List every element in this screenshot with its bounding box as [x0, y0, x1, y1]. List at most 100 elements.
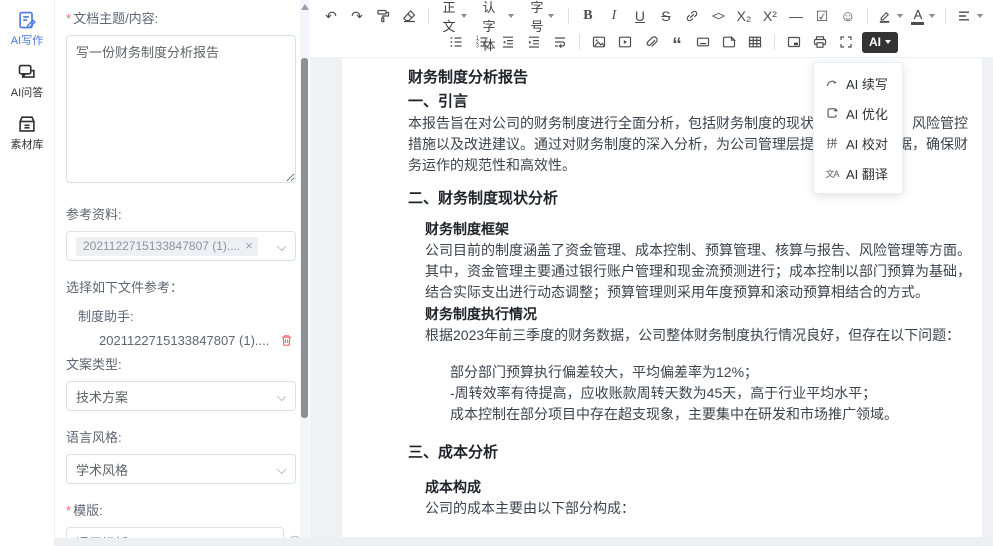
divider-block-button[interactable]	[691, 31, 715, 53]
required-marker: *	[66, 11, 71, 26]
fullscreen-button[interactable]	[834, 31, 858, 53]
doc-type-value: 技术方案	[76, 387, 128, 406]
ai-proofread-icon: 拼	[825, 135, 839, 151]
link-button[interactable]	[680, 5, 704, 27]
doc-type-label: 文案类型:	[66, 354, 296, 373]
eraser-icon	[401, 8, 417, 24]
caret-down-icon	[548, 14, 554, 18]
subscript-button[interactable]: X₂	[732, 5, 756, 27]
blockquote-button[interactable]: “	[665, 31, 689, 53]
nav-item-ai-writing[interactable]: AI写作	[0, 10, 54, 48]
template-label: *模版:	[66, 500, 296, 519]
ai-optimize-icon	[825, 106, 839, 120]
document-pen-icon	[17, 10, 37, 30]
highlight-pen-icon	[877, 9, 892, 24]
doc-subheading-execution: 财务制度执行情况	[425, 304, 972, 325]
reference-tag[interactable]: 2021122715133847807 (1)....×	[76, 237, 258, 256]
nav-item-material-library[interactable]: 素材库	[0, 114, 54, 152]
nav-item-ai-qa[interactable]: AI问答	[0, 62, 54, 100]
reference-label: 参考资料:	[66, 204, 296, 223]
insert-video-button[interactable]	[613, 31, 637, 53]
bottom-strip	[55, 538, 993, 546]
image-icon	[591, 34, 607, 50]
doc-list-item: -周转效率有待提高，应收账款周转天数为45天，高于行业平均水平；	[450, 383, 972, 404]
ai-menu-item-proofread[interactable]: 拼 AI 校对	[814, 128, 902, 158]
code-block-button[interactable]	[717, 31, 741, 53]
caret-down-icon	[977, 14, 983, 18]
emoji-button[interactable]: ☺	[836, 5, 860, 27]
file-name: 2021122715133847807 (1)....	[99, 333, 269, 348]
horizontal-rule-button[interactable]: —	[784, 5, 808, 27]
toolbar-divider	[867, 8, 868, 24]
indent-button[interactable]	[522, 31, 546, 53]
toolbar-divider	[579, 34, 580, 50]
print-icon	[812, 34, 828, 50]
toolbar-divider	[945, 8, 946, 24]
scroll-up-arrow-icon[interactable]	[301, 4, 309, 10]
doc-paragraph: 公司的成本主要由以下部分构成：	[425, 498, 972, 519]
form-scrollbar-thumb[interactable]	[301, 58, 308, 418]
outdent-icon	[500, 34, 516, 50]
redo-button[interactable]: ↷	[345, 5, 369, 27]
doc-subheading-cost-structure: 成本构成	[425, 477, 972, 498]
caret-down-icon	[508, 14, 514, 18]
ordered-list-button[interactable]: 123	[470, 31, 494, 53]
topic-textarea[interactable]: 写一份财务制度分析报告	[66, 35, 296, 183]
toolbar-row-1: ↶ ↷ 正文 默认字体 字号 B I U S <> X₂ X² — ☑ ☺	[318, 3, 987, 29]
insert-image-button[interactable]	[587, 31, 611, 53]
reference-select[interactable]: 2021122715133847807 (1)....×	[66, 231, 296, 261]
eraser-button[interactable]	[397, 5, 421, 27]
app-window: AI写作 AI问答 素材库 *文档主题/内容: 写一份财务制度分析报告 参考资料…	[0, 0, 993, 546]
chevron-down-icon	[277, 242, 286, 251]
strikethrough-button[interactable]: S	[654, 5, 678, 27]
font-size-dropdown[interactable]: 字号	[522, 5, 562, 27]
underline-button[interactable]: U	[628, 5, 652, 27]
undo-button[interactable]: ↶	[319, 5, 343, 27]
font-color-dropdown[interactable]: A	[907, 5, 939, 27]
toolbar-divider	[774, 34, 775, 50]
ai-menu-item-optimize[interactable]: AI 优化	[814, 98, 902, 128]
editor-toolbar: ↶ ↷ 正文 默认字体 字号 B I U S <> X₂ X² — ☑ ☺	[310, 0, 993, 57]
language-style-select[interactable]: 学术风格	[66, 454, 296, 484]
insert-table-button[interactable]	[743, 31, 767, 53]
attachment-button[interactable]	[639, 31, 663, 53]
format-painter-icon	[375, 8, 391, 24]
align-dropdown[interactable]	[952, 5, 987, 27]
inline-code-button[interactable]: <>	[706, 5, 730, 27]
outdent-button[interactable]	[496, 31, 520, 53]
bullet-list-button[interactable]	[444, 31, 468, 53]
task-checkbox-button[interactable]: ☑	[810, 5, 834, 27]
doc-list-item: 人力成本：占总成本的35%；	[450, 535, 972, 537]
font-color-icon: A	[911, 8, 924, 25]
ai-menu-item-translate[interactable]: 文A AI 翻译	[814, 158, 902, 188]
editor-pane: ↶ ↷ 正文 默认字体 字号 B I U S <> X₂ X² — ☑ ☺	[310, 0, 993, 546]
doc-paragraph: 根据2023年前三季度的财务数据，公司整体财务制度执行情况良好，但存在以下问题：	[425, 325, 972, 346]
italic-button[interactable]: I	[602, 5, 626, 27]
form-scrollbar-track[interactable]	[300, 0, 309, 546]
divider-block-icon	[695, 34, 711, 50]
toolbar-row-2: 123 “ AI	[318, 29, 987, 55]
video-icon	[617, 34, 633, 50]
highlight-color-dropdown[interactable]	[873, 5, 907, 27]
text-wrap-button[interactable]	[548, 31, 572, 53]
chevron-down-icon	[277, 392, 286, 401]
print-button[interactable]	[808, 31, 832, 53]
svg-text:3: 3	[476, 44, 479, 50]
library-icon	[17, 114, 37, 134]
trash-icon[interactable]	[279, 333, 294, 348]
ai-translate-icon: 文A	[825, 167, 839, 180]
panel-icon	[786, 34, 802, 50]
doc-type-select[interactable]: 技术方案	[66, 381, 296, 411]
superscript-button[interactable]: X²	[758, 5, 782, 27]
font-family-dropdown[interactable]: 默认字体	[475, 5, 523, 27]
ai-dropdown-button[interactable]: AI	[862, 32, 898, 53]
nav-label: AI写作	[11, 32, 43, 48]
anchor-panel-button[interactable]	[782, 31, 806, 53]
paragraph-style-dropdown[interactable]: 正文	[435, 5, 475, 27]
ai-continue-icon	[825, 76, 839, 90]
format-painter-button[interactable]	[371, 5, 395, 27]
tag-close-icon[interactable]: ×	[245, 239, 253, 252]
toolbar-divider	[428, 8, 429, 24]
ai-menu-item-continue[interactable]: AI 续写	[814, 68, 902, 98]
bold-button[interactable]: B	[576, 5, 600, 27]
